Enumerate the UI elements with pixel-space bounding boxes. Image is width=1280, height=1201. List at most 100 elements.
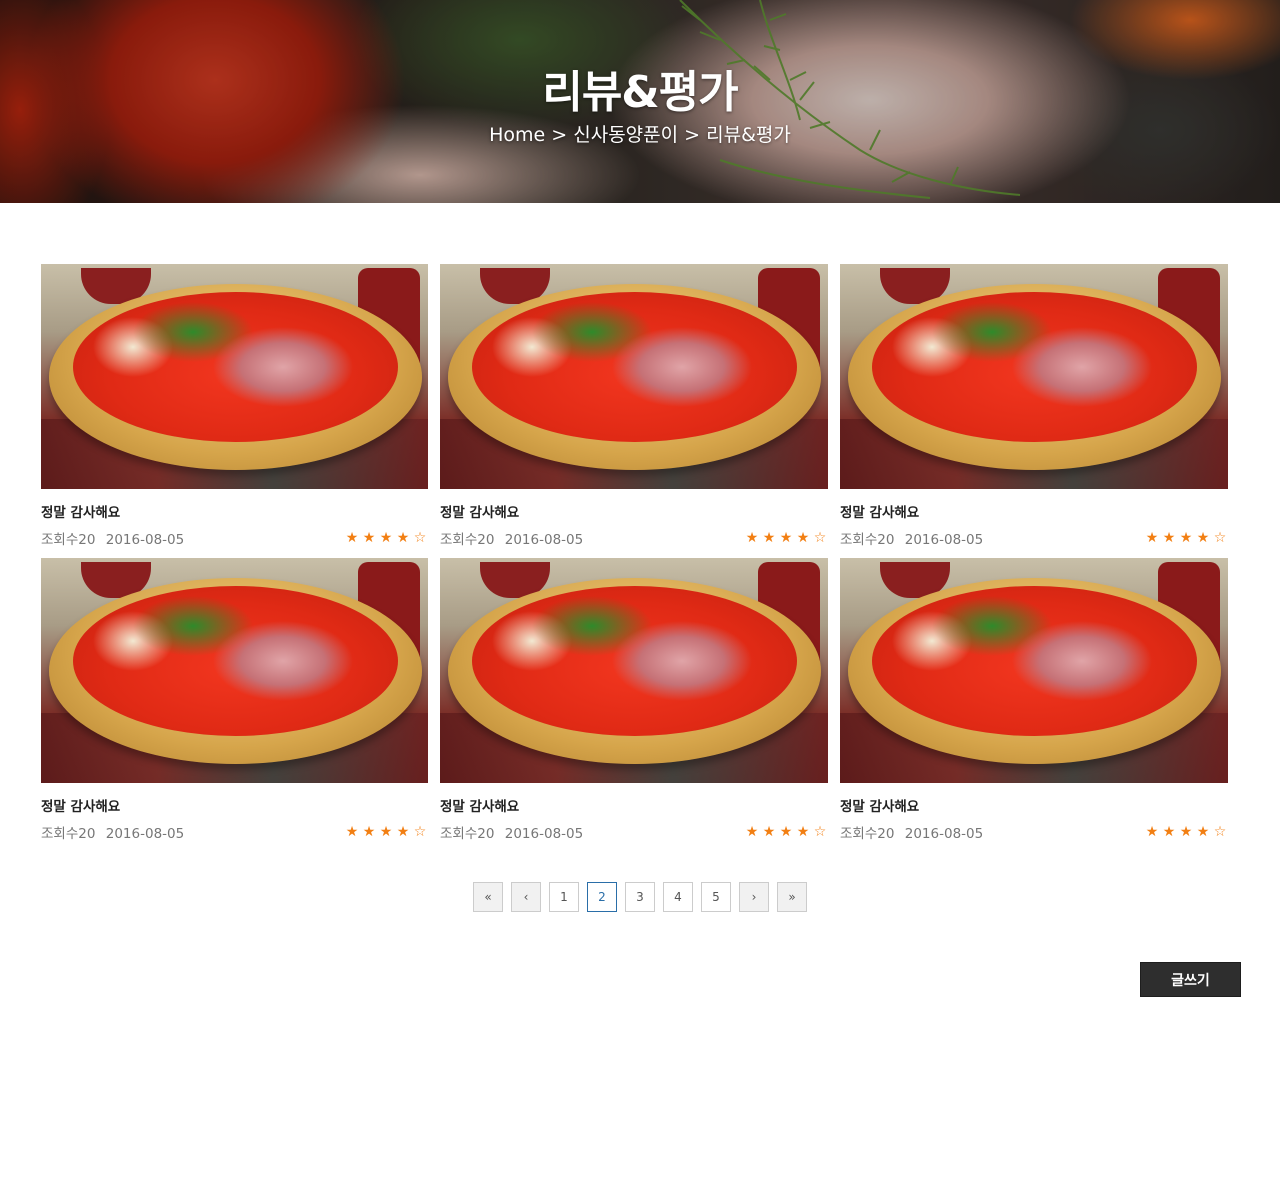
review-title[interactable]: 정말 감사해요 bbox=[440, 501, 828, 521]
star-empty-icon: ☆ bbox=[1213, 824, 1227, 840]
star-filled-icon: ★ bbox=[345, 824, 359, 840]
hotpot-soup bbox=[872, 292, 1197, 442]
hotpot-bowl-image bbox=[848, 578, 1221, 764]
review-views: 조회수20 bbox=[41, 532, 96, 548]
hotpot-bowl-image bbox=[49, 284, 422, 470]
review-meta: 조회수20 2016-08-05 ★ ★ ★ ★ ☆ bbox=[840, 528, 1228, 548]
star-filled-icon: ★ bbox=[745, 530, 759, 546]
review-card[interactable]: 정말 감사해요 조회수20 2016-08-05 ★ ★ ★ ★ ☆ bbox=[440, 558, 828, 842]
star-filled-icon: ★ bbox=[796, 824, 810, 840]
hotpot-bowl-image bbox=[448, 284, 821, 470]
review-views: 조회수20 bbox=[840, 532, 895, 548]
review-card[interactable]: 정말 감사해요 조회수20 2016-08-05 ★ ★ ★ ★ ☆ bbox=[440, 264, 828, 548]
hotpot-soup bbox=[73, 586, 398, 736]
star-filled-icon: ★ bbox=[1179, 824, 1193, 840]
page-title: 리뷰&평가 bbox=[542, 67, 738, 118]
star-filled-icon: ★ bbox=[396, 824, 410, 840]
review-meta: 조회수20 2016-08-05 ★ ★ ★ ★ ☆ bbox=[41, 528, 428, 548]
review-views: 조회수20 bbox=[840, 826, 895, 842]
rating-stars: ★ ★ ★ ★ ☆ bbox=[1144, 531, 1228, 545]
star-filled-icon: ★ bbox=[1162, 530, 1176, 546]
review-title[interactable]: 정말 감사해요 bbox=[840, 795, 1228, 815]
review-thumbnail[interactable] bbox=[440, 264, 828, 489]
star-empty-icon: ☆ bbox=[813, 530, 827, 546]
star-filled-icon: ★ bbox=[362, 824, 376, 840]
rating-stars: ★ ★ ★ ★ ☆ bbox=[1144, 825, 1228, 839]
star-filled-icon: ★ bbox=[1145, 824, 1159, 840]
star-filled-icon: ★ bbox=[1179, 530, 1193, 546]
star-filled-icon: ★ bbox=[379, 530, 393, 546]
write-button[interactable]: 글쓰기 bbox=[1140, 962, 1241, 997]
page-button[interactable]: 5 bbox=[701, 882, 731, 912]
hotpot-soup bbox=[872, 586, 1197, 736]
review-date: 2016-08-05 bbox=[504, 826, 584, 842]
star-filled-icon: ★ bbox=[345, 530, 359, 546]
review-date: 2016-08-05 bbox=[105, 826, 185, 842]
hotpot-soup bbox=[73, 292, 398, 442]
review-card[interactable]: 정말 감사해요 조회수20 2016-08-05 ★ ★ ★ ★ ☆ bbox=[41, 558, 428, 842]
star-filled-icon: ★ bbox=[1196, 824, 1210, 840]
review-date: 2016-08-05 bbox=[904, 826, 984, 842]
star-filled-icon: ★ bbox=[779, 824, 793, 840]
pagination: « ‹ 1 2 3 4 5 › » bbox=[0, 882, 1280, 912]
page-button[interactable]: 1 bbox=[549, 882, 579, 912]
review-views: 조회수20 bbox=[440, 532, 495, 548]
review-title[interactable]: 정말 감사해요 bbox=[41, 795, 428, 815]
page-button-current[interactable]: 2 bbox=[587, 882, 617, 912]
breadcrumb-separator: > bbox=[551, 124, 568, 146]
review-meta: 조회수20 2016-08-05 ★ ★ ★ ★ ☆ bbox=[440, 528, 828, 548]
star-filled-icon: ★ bbox=[796, 530, 810, 546]
review-title[interactable]: 정말 감사해요 bbox=[840, 501, 1228, 521]
star-filled-icon: ★ bbox=[779, 530, 793, 546]
first-page-button[interactable]: « bbox=[473, 882, 503, 912]
star-filled-icon: ★ bbox=[362, 530, 376, 546]
breadcrumb-section-link[interactable]: 신사동양푼이 bbox=[573, 124, 678, 146]
review-thumbnail[interactable] bbox=[840, 264, 1228, 489]
star-empty-icon: ☆ bbox=[413, 824, 427, 840]
hotpot-soup bbox=[472, 292, 797, 442]
rating-stars: ★ ★ ★ ★ ☆ bbox=[744, 825, 828, 839]
review-meta: 조회수20 2016-08-05 ★ ★ ★ ★ ☆ bbox=[41, 822, 428, 842]
star-filled-icon: ★ bbox=[1196, 530, 1210, 546]
star-filled-icon: ★ bbox=[379, 824, 393, 840]
star-empty-icon: ☆ bbox=[413, 530, 427, 546]
page-button[interactable]: 3 bbox=[625, 882, 655, 912]
review-thumbnail[interactable] bbox=[41, 264, 428, 489]
next-page-button[interactable]: › bbox=[739, 882, 769, 912]
review-thumbnail[interactable] bbox=[440, 558, 828, 783]
prev-page-button[interactable]: ‹ bbox=[511, 882, 541, 912]
review-card[interactable]: 정말 감사해요 조회수20 2016-08-05 ★ ★ ★ ★ ☆ bbox=[41, 264, 428, 548]
hotpot-bowl-image bbox=[448, 578, 821, 764]
star-filled-icon: ★ bbox=[1145, 530, 1159, 546]
star-empty-icon: ☆ bbox=[1213, 530, 1227, 546]
review-title[interactable]: 정말 감사해요 bbox=[440, 795, 828, 815]
review-views: 조회수20 bbox=[41, 826, 96, 842]
last-page-button[interactable]: » bbox=[777, 882, 807, 912]
review-card[interactable]: 정말 감사해요 조회수20 2016-08-05 ★ ★ ★ ★ ☆ bbox=[840, 264, 1228, 548]
review-meta: 조회수20 2016-08-05 ★ ★ ★ ★ ☆ bbox=[840, 822, 1228, 842]
hotpot-soup bbox=[472, 586, 797, 736]
review-grid: 정말 감사해요 조회수20 2016-08-05 ★ ★ ★ ★ ☆ 정말 감사해요 조… bbox=[41, 264, 1229, 842]
page-button[interactable]: 4 bbox=[663, 882, 693, 912]
star-empty-icon: ☆ bbox=[813, 824, 827, 840]
rating-stars: ★ ★ ★ ★ ☆ bbox=[344, 531, 428, 545]
review-thumbnail[interactable] bbox=[41, 558, 428, 783]
star-filled-icon: ★ bbox=[396, 530, 410, 546]
rating-stars: ★ ★ ★ ★ ☆ bbox=[744, 531, 828, 545]
hero-banner: 리뷰&평가 Home > 신사동양푼이 > 리뷰&평가 bbox=[0, 0, 1280, 203]
rating-stars: ★ ★ ★ ★ ☆ bbox=[344, 825, 428, 839]
review-date: 2016-08-05 bbox=[904, 532, 984, 548]
breadcrumb-separator: > bbox=[684, 124, 701, 146]
review-card[interactable]: 정말 감사해요 조회수20 2016-08-05 ★ ★ ★ ★ ☆ bbox=[840, 558, 1228, 842]
review-views: 조회수20 bbox=[440, 826, 495, 842]
star-filled-icon: ★ bbox=[762, 824, 776, 840]
hotpot-bowl-image bbox=[848, 284, 1221, 470]
review-date: 2016-08-05 bbox=[504, 532, 584, 548]
breadcrumb-current: 리뷰&평가 bbox=[706, 124, 791, 146]
star-filled-icon: ★ bbox=[762, 530, 776, 546]
review-title[interactable]: 정말 감사해요 bbox=[41, 501, 428, 521]
review-meta: 조회수20 2016-08-05 ★ ★ ★ ★ ☆ bbox=[440, 822, 828, 842]
review-thumbnail[interactable] bbox=[840, 558, 1228, 783]
breadcrumb: Home > 신사동양푼이 > 리뷰&평가 bbox=[0, 120, 1280, 147]
breadcrumb-home-link[interactable]: Home bbox=[489, 124, 545, 146]
